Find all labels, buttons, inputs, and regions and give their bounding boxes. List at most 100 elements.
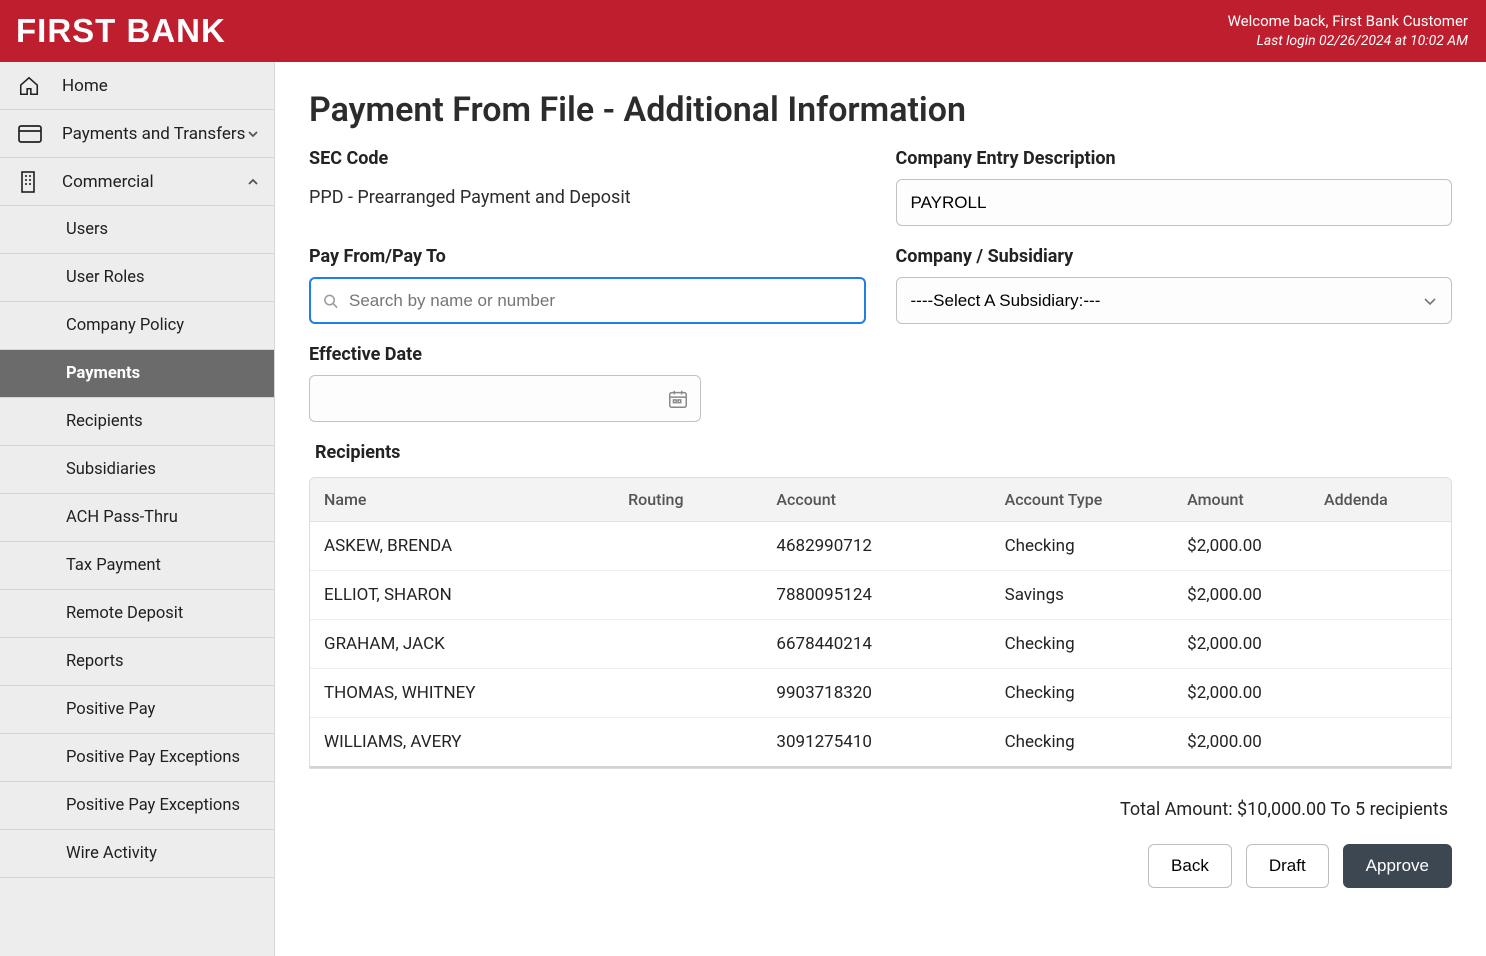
bank-logo: FIRST BANK bbox=[16, 12, 226, 50]
cell-account_type: Checking bbox=[995, 718, 1178, 768]
col-name: Name bbox=[310, 478, 618, 522]
cell-addenda bbox=[1314, 571, 1451, 620]
nav-wire-activity-label: Wire Activity bbox=[66, 844, 157, 863]
cell-amount: $2,000.00 bbox=[1177, 718, 1314, 768]
cell-account_type: Savings bbox=[995, 571, 1178, 620]
company-entry-input[interactable] bbox=[896, 179, 1453, 226]
company-subsidiary-select[interactable] bbox=[896, 277, 1453, 324]
nav-tax-payment[interactable]: Tax Payment bbox=[0, 542, 274, 590]
cell-account: 4682990712 bbox=[766, 522, 994, 571]
cell-account: 9903718320 bbox=[766, 669, 994, 718]
effective-date-input[interactable] bbox=[309, 375, 701, 422]
pay-from-block: Pay From/Pay To bbox=[309, 246, 866, 324]
sec-code-block: SEC Code PPD - Prearranged Payment and D… bbox=[309, 148, 866, 226]
col-amount: Amount bbox=[1177, 478, 1314, 522]
cell-account: 3091275410 bbox=[766, 718, 994, 768]
table-row: GRAHAM, JACK6678440214Checking$2,000.00 bbox=[310, 620, 1451, 669]
nav-positive-pay-exceptions-1[interactable]: Positive Pay Exceptions bbox=[0, 734, 274, 782]
calendar-icon[interactable] bbox=[667, 388, 689, 410]
col-addenda: Addenda bbox=[1314, 478, 1451, 522]
cell-amount: $2,000.00 bbox=[1177, 571, 1314, 620]
table-row: THOMAS, WHITNEY 9903718320Checking$2,000.… bbox=[310, 669, 1451, 718]
cell-account_type: Checking bbox=[995, 620, 1178, 669]
cell-addenda bbox=[1314, 718, 1451, 768]
nav-payments-label: Payments bbox=[66, 364, 140, 383]
cell-routing bbox=[618, 669, 766, 718]
table-header-row: Name Routing Account Account Type Amount… bbox=[310, 478, 1451, 522]
cell-routing bbox=[618, 571, 766, 620]
cell-addenda bbox=[1314, 620, 1451, 669]
effective-date-label: Effective Date bbox=[309, 344, 866, 365]
cell-name: WILLIAMS, AVERY bbox=[310, 718, 618, 768]
cell-name: THOMAS, WHITNEY bbox=[310, 669, 618, 718]
sec-code-label: SEC Code bbox=[309, 148, 866, 169]
cell-routing bbox=[618, 522, 766, 571]
cell-account_type: Checking bbox=[995, 669, 1178, 718]
page-title: Payment From File - Additional Informati… bbox=[309, 90, 1452, 130]
back-button[interactable]: Back bbox=[1148, 844, 1232, 888]
approve-button[interactable]: Approve bbox=[1343, 844, 1452, 888]
cell-amount: $2,000.00 bbox=[1177, 669, 1314, 718]
col-routing: Routing bbox=[618, 478, 766, 522]
cell-amount: $2,000.00 bbox=[1177, 522, 1314, 571]
draft-button[interactable]: Draft bbox=[1246, 844, 1329, 888]
search-icon bbox=[323, 293, 338, 308]
nav-home-label: Home bbox=[62, 76, 108, 96]
nav-recipients-label: Recipients bbox=[66, 412, 143, 431]
action-button-row: Back Draft Approve bbox=[309, 844, 1452, 888]
nav-reports[interactable]: Reports bbox=[0, 638, 274, 686]
nav-users[interactable]: Users bbox=[0, 206, 274, 254]
sec-code-value: PPD - Prearranged Payment and Deposit bbox=[309, 187, 866, 208]
nav-remote-deposit-label: Remote Deposit bbox=[66, 604, 183, 623]
nav-ach-pass-thru[interactable]: ACH Pass-Thru bbox=[0, 494, 274, 542]
cell-name: ELLIOT, SHARON bbox=[310, 571, 618, 620]
app-header: FIRST BANK Welcome back, First Bank Cust… bbox=[0, 0, 1486, 62]
nav-positive-pay-exceptions-2[interactable]: Positive Pay Exceptions bbox=[0, 782, 274, 830]
nav-payments-transfers[interactable]: Payments and Transfers bbox=[0, 110, 274, 158]
col-account-type: Account Type bbox=[995, 478, 1178, 522]
nav-subsidiaries[interactable]: Subsidiaries bbox=[0, 446, 274, 494]
cell-name: GRAHAM, JACK bbox=[310, 620, 618, 669]
nav-positive-pay[interactable]: Positive Pay bbox=[0, 686, 274, 734]
pay-from-search-input[interactable] bbox=[309, 277, 866, 324]
nav-wire-activity[interactable]: Wire Activity bbox=[0, 830, 274, 878]
cell-amount: $2,000.00 bbox=[1177, 620, 1314, 669]
cell-addenda bbox=[1314, 669, 1451, 718]
last-login-text: Last login 02/26/2024 at 10:02 AM bbox=[1228, 32, 1468, 51]
header-user-info: Welcome back, First Bank Customer Last l… bbox=[1228, 11, 1468, 50]
nav-user-roles-label: User Roles bbox=[66, 268, 145, 287]
nav-reports-label: Reports bbox=[66, 652, 124, 671]
nav-home[interactable]: Home bbox=[0, 62, 274, 110]
nav-payments-transfers-label: Payments and Transfers bbox=[62, 124, 245, 144]
cell-addenda bbox=[1314, 522, 1451, 571]
table-row: WILLIAMS, AVERY 3091275410Checking$2,000.… bbox=[310, 718, 1451, 768]
effective-date-block: Effective Date bbox=[309, 344, 866, 422]
nav-positive-pay-exceptions-1-label: Positive Pay Exceptions bbox=[66, 748, 240, 767]
nav-company-policy[interactable]: Company Policy bbox=[0, 302, 274, 350]
nav-subsidiaries-label: Subsidiaries bbox=[66, 460, 156, 479]
chevron-up-icon bbox=[246, 175, 260, 189]
company-entry-label: Company Entry Description bbox=[896, 148, 1453, 169]
nav-commercial-label: Commercial bbox=[62, 172, 154, 192]
nav-ach-pass-thru-label: ACH Pass-Thru bbox=[66, 508, 178, 527]
pay-from-label: Pay From/Pay To bbox=[309, 246, 866, 267]
cell-account: 7880095124 bbox=[766, 571, 994, 620]
company-subsidiary-label: Company / Subsidiary bbox=[896, 246, 1453, 267]
chevron-down-icon bbox=[246, 127, 260, 141]
cell-account_type: Checking bbox=[995, 522, 1178, 571]
recipients-section-label: Recipients bbox=[315, 442, 1452, 463]
welcome-text: Welcome back, First Bank Customer bbox=[1228, 11, 1468, 31]
nav-remote-deposit[interactable]: Remote Deposit bbox=[0, 590, 274, 638]
company-subsidiary-block: Company / Subsidiary bbox=[896, 246, 1453, 324]
nav-user-roles[interactable]: User Roles bbox=[0, 254, 274, 302]
nav-recipients[interactable]: Recipients bbox=[0, 398, 274, 446]
cell-routing bbox=[618, 620, 766, 669]
nav-company-policy-label: Company Policy bbox=[66, 316, 184, 335]
nav-commercial[interactable]: Commercial bbox=[0, 158, 274, 206]
home-icon bbox=[18, 75, 62, 97]
company-entry-block: Company Entry Description bbox=[896, 148, 1453, 226]
building-icon bbox=[18, 171, 62, 193]
nav-payments[interactable]: Payments bbox=[0, 350, 274, 398]
sidebar: Home Payments and Transfers Commercial U… bbox=[0, 62, 275, 956]
col-account: Account bbox=[766, 478, 994, 522]
